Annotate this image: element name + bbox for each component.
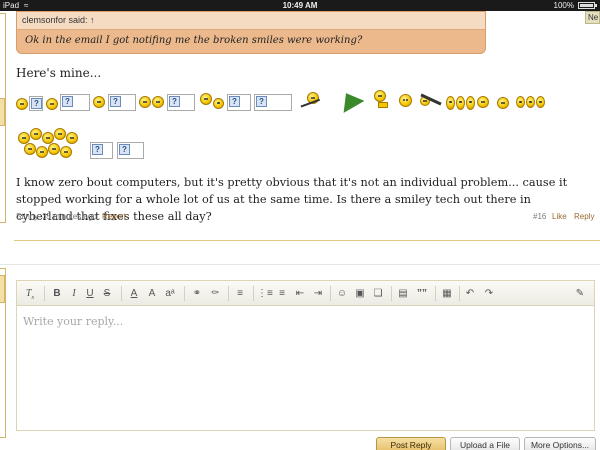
smiley-icon: [16, 98, 28, 110]
smiley-icon: [516, 96, 525, 108]
broken-image-icon: ?: [90, 142, 113, 159]
smiley-icon: [497, 97, 509, 109]
new-badge[interactable]: Ne: [585, 11, 600, 24]
outdent-icon[interactable]: ⇤: [293, 286, 307, 301]
battery-percent: 100%: [554, 0, 574, 11]
smiley-icon: [446, 96, 455, 110]
clear-format-icon[interactable]: Tx: [23, 286, 37, 301]
tree-smiley-icon: [336, 87, 365, 113]
indent-icon[interactable]: ⇥: [311, 286, 325, 301]
smiley-icon: [399, 94, 412, 107]
smiley-icon: [466, 96, 475, 110]
post-number[interactable]: #16: [533, 211, 546, 223]
smiley-icon: [93, 96, 105, 108]
align-icon[interactable]: ≡: [233, 286, 247, 301]
reply-link[interactable]: Reply: [574, 211, 594, 223]
broken-image-icon: ?: [29, 96, 43, 111]
swing-smiley-icon: [301, 99, 322, 111]
report-link[interactable]: Report: [102, 211, 126, 223]
upload-file-button[interactable]: Upload a File: [450, 437, 520, 450]
smiley-icon: [200, 93, 212, 105]
undo-icon[interactable]: ↶: [463, 286, 477, 301]
smiley-icon: [536, 96, 545, 108]
editor-toolbar: Tx B I U S A A⁲ aᵃ ⚭ ⚰ ≡ ⋮≡ ≡ ⇤ ⇥ ☺ ▣ ❏ …: [17, 281, 594, 306]
font-size-icon[interactable]: A⁲: [145, 286, 159, 301]
broken-image-icon: ?: [167, 94, 195, 111]
battery-icon: [578, 2, 595, 9]
unlink-icon[interactable]: ⚰: [208, 286, 222, 301]
post-meta: Stinny, 35 minutes ago Report #16 Like R…: [16, 211, 600, 225]
quote-author[interactable]: clemsonfor said: ↑: [17, 12, 485, 30]
post-reply-button[interactable]: Post Reply: [376, 437, 446, 450]
image-icon[interactable]: ▣: [353, 286, 367, 301]
smiley-icon: [477, 96, 489, 108]
sign-icon: [378, 102, 388, 108]
font-family-icon[interactable]: aᵃ: [163, 286, 177, 301]
bullet-list-icon[interactable]: ⋮≡: [257, 286, 271, 301]
underline-icon[interactable]: U: [84, 286, 96, 301]
broken-image-icon: ?: [227, 94, 251, 111]
like-link[interactable]: Like: [552, 211, 567, 223]
quote-block: clemsonfor said: ↑ Ok in the email I got…: [16, 11, 486, 54]
quote-icon[interactable]: ””: [415, 286, 429, 301]
smiley-icon: [46, 98, 58, 110]
smiley-icon: [456, 96, 465, 110]
editor-edge-tab: [0, 268, 6, 438]
link-icon[interactable]: ⚭: [190, 286, 204, 301]
smiley-group-icon: [16, 128, 84, 162]
text-color-icon[interactable]: A: [128, 286, 140, 301]
broken-image-icon: ?: [117, 142, 144, 159]
smiley-icon: [139, 96, 151, 108]
section-divider: [0, 264, 600, 265]
smiley-icon: [152, 96, 164, 108]
smilie-icon[interactable]: ☺: [335, 286, 349, 301]
bold-icon[interactable]: B: [50, 286, 64, 301]
switch-editor-icon[interactable]: ✎: [573, 286, 587, 301]
numbered-list-icon[interactable]: ≡: [275, 286, 289, 301]
broken-image-icon: ?: [254, 94, 292, 111]
broken-image-icon: ?: [108, 94, 136, 111]
strikethrough-icon[interactable]: S: [101, 286, 113, 301]
reply-input[interactable]: Write your reply...: [23, 315, 123, 328]
post-divider: [14, 240, 600, 241]
code-icon[interactable]: ▤: [396, 286, 410, 301]
broken-image-icon: ?: [60, 94, 90, 111]
more-options-button[interactable]: More Options...: [524, 437, 596, 450]
quote-text: Ok in the email I got notifing me the br…: [25, 35, 362, 46]
post-author-time[interactable]: Stinny, 35 minutes ago: [16, 211, 97, 223]
clock: 10:49 AM: [0, 0, 600, 11]
smiley-icon: [374, 90, 386, 102]
save-draft-icon[interactable]: ▦: [440, 286, 454, 301]
smiley-icon: [526, 96, 535, 108]
media-icon[interactable]: ❏: [371, 286, 385, 301]
reply-editor[interactable]: Tx B I U S A A⁲ aᵃ ⚭ ⚰ ≡ ⋮≡ ≡ ⇤ ⇥ ☺ ▣ ❏ …: [16, 280, 595, 431]
redo-icon[interactable]: ↷: [482, 286, 496, 301]
italic-icon[interactable]: I: [68, 286, 80, 301]
post-edge-tab: [0, 13, 6, 223]
post-intro: Here's mine...: [16, 66, 101, 80]
smiley-icon: [213, 98, 224, 109]
status-bar: iPad ≈ 10:49 AM 100%: [0, 0, 600, 11]
